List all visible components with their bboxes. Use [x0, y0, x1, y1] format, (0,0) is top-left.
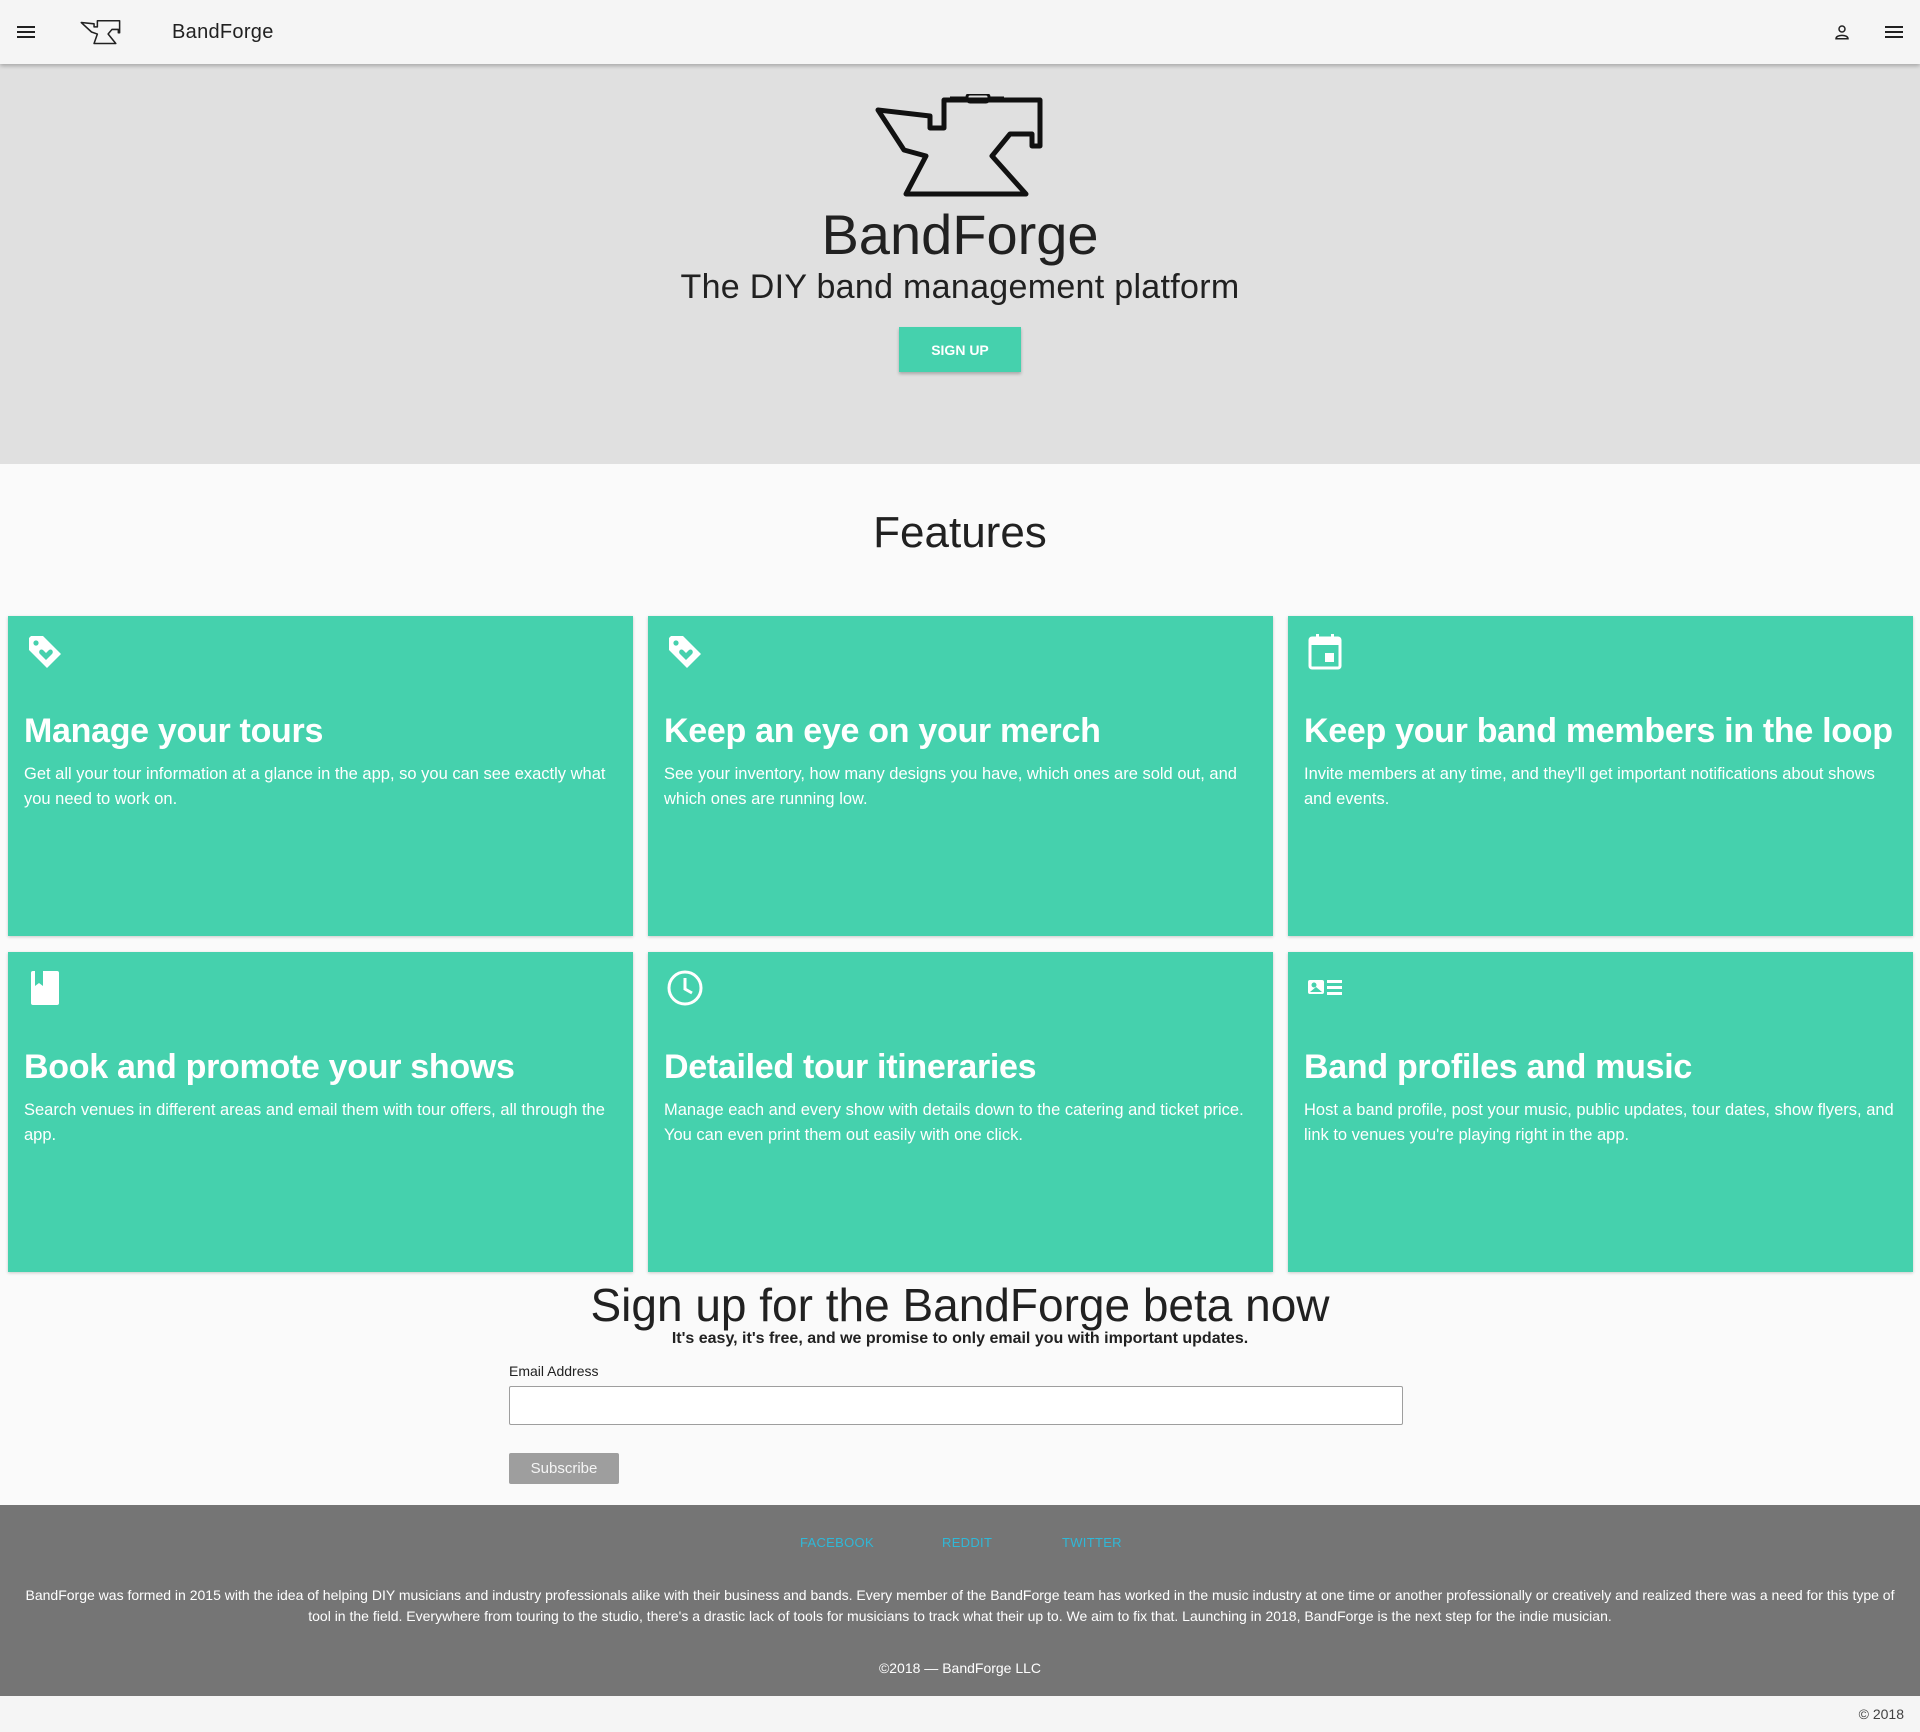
tag-heart-icon — [669, 636, 701, 668]
calendar-icon — [1308, 634, 1342, 670]
footer: FACEBOOK REDDIT TWITTER BandForge was fo… — [0, 1505, 1920, 1696]
profile-list-icon — [1308, 980, 1342, 995]
reddit-link[interactable]: REDDIT — [942, 1535, 992, 1550]
brand-title[interactable]: BandForge — [172, 21, 274, 44]
hamburger-icon[interactable] — [0, 0, 52, 64]
card-text: Get all your tour information at a glanc… — [24, 765, 606, 808]
feature-card: Band profiles and music Host a band prof… — [1288, 952, 1913, 1272]
card-title: Manage your tours — [24, 712, 324, 750]
card-title: Keep an eye on your merch — [664, 712, 1101, 750]
subscribe-button[interactable]: Subscribe — [509, 1453, 619, 1484]
feature-card: Keep an eye on your merch See your inven… — [648, 616, 1273, 936]
feature-card: Detailed tour itineraries Manage each an… — [648, 952, 1273, 1272]
copyright-text: © 2018 — [1858, 1706, 1904, 1722]
anvil-logo-icon[interactable] — [80, 18, 126, 46]
card-text: Manage each and every show with details … — [664, 1101, 1244, 1144]
card-text: Host a band profile, post your music, pu… — [1304, 1101, 1894, 1144]
card-title: Detailed tour itineraries — [664, 1048, 1037, 1086]
card-text: See your inventory, how many designs you… — [664, 765, 1237, 808]
card-text: Invite members at any time, and they'll … — [1304, 765, 1875, 808]
hero-section: BandForge The DIY band management platfo… — [0, 64, 1920, 464]
bottom-bar: © 2018 — [0, 1696, 1920, 1732]
book-icon — [31, 971, 59, 1005]
email-label: Email Address — [509, 1363, 599, 1379]
menu-icon[interactable] — [1868, 0, 1920, 64]
sign-up-button[interactable]: SIGN UP — [899, 327, 1021, 372]
feature-card: Manage your tours Get all your tour info… — [8, 616, 633, 936]
twitter-link[interactable]: TWITTER — [1062, 1535, 1122, 1550]
beta-subheading: It's easy, it's free, and we promise to … — [671, 1330, 1249, 1347]
tag-heart-icon — [29, 636, 61, 668]
card-title: Keep your band members in the loop — [1304, 712, 1893, 750]
email-field[interactable] — [509, 1386, 1403, 1425]
feature-card: Book and promote your shows Search venue… — [8, 952, 633, 1272]
facebook-link[interactable]: FACEBOOK — [800, 1535, 874, 1550]
card-title: Book and promote your shows — [24, 1048, 515, 1086]
top-app-bar: BandForge — [0, 0, 1920, 64]
card-title: Band profiles and music — [1304, 1048, 1692, 1086]
hero-tagline: The DIY band management platform — [680, 268, 1240, 306]
features-heading: Features — [873, 508, 1047, 557]
footer-legal: ©2018 — BandForge LLC — [878, 1660, 1042, 1676]
feature-card: Keep your band members in the loop Invit… — [1288, 616, 1913, 936]
person-icon[interactable] — [1816, 0, 1868, 64]
card-text: Search venues in different areas and ema… — [24, 1101, 605, 1144]
anvil-logo-icon — [875, 94, 1043, 197]
clock-icon — [667, 970, 703, 1006]
hero-title: BandForge — [821, 203, 1099, 266]
footer-about-text: BandForge was formed in 2015 with the id… — [25, 1587, 1895, 1624]
beta-heading: Sign up for the BandForge beta now — [590, 1279, 1330, 1331]
